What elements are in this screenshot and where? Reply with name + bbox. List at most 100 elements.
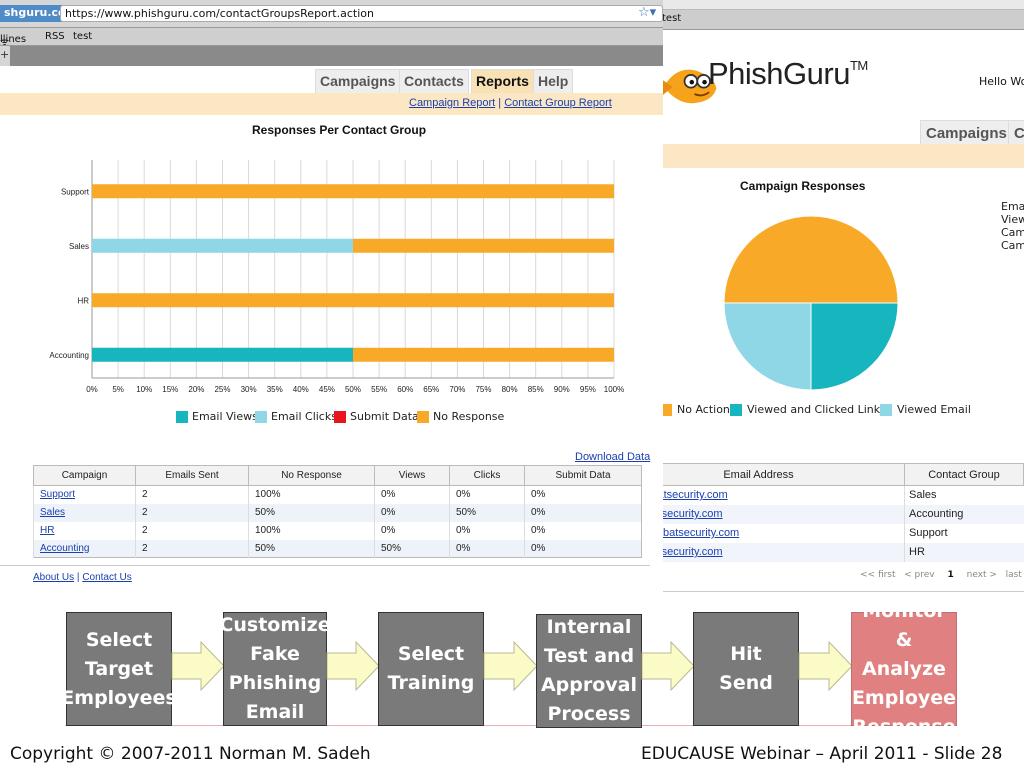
bar-legend-submit-data: Submit Data — [334, 410, 419, 423]
table-row: Sales 2 50% 0% 50% 0% — [33, 503, 642, 522]
pager-first[interactable]: << first — [860, 570, 896, 580]
contact-group-cell: Sales — [904, 485, 1024, 505]
x-tick-label: 25% — [214, 385, 230, 394]
bar-segment — [92, 238, 353, 253]
new-tab-plus-icon[interactable]: + — [0, 46, 10, 66]
phishguru-logo-text: PhishGuruTM — [708, 56, 868, 92]
x-tick-label: 75% — [475, 385, 491, 394]
table-cell: 0% — [524, 521, 642, 540]
x-tick-label: 50% — [345, 385, 361, 394]
tab-campaigns[interactable]: Campaigns — [315, 69, 401, 93]
table-row: @wombatsecurity.com Sales — [612, 485, 1024, 505]
column-header[interactable]: Contact Group — [904, 463, 1024, 486]
legend-swatch — [880, 403, 892, 416]
x-tick-label: 70% — [449, 385, 465, 394]
bar-legend-no-response: No Response — [417, 410, 504, 423]
download-data-link[interactable]: Download Data — [575, 451, 650, 463]
slide-info-text: EDUCAUSE Webinar – April 2011 - Slide 28 — [641, 744, 1003, 764]
legend-label: Viewed and Clicked Link — [747, 403, 881, 416]
x-tick-label: 45% — [319, 385, 335, 394]
about-us-link[interactable]: About Us — [33, 572, 74, 583]
contact-group-report-link[interactable]: Contact Group Report — [504, 97, 612, 109]
pager-prev[interactable]: < prev — [904, 570, 934, 580]
x-tick-label: 35% — [267, 385, 283, 394]
right-tab-campaigns[interactable]: Campaigns — [920, 120, 1013, 145]
table-cell: 0% — [374, 503, 450, 522]
x-tick-label: 0% — [86, 385, 98, 394]
pager-next[interactable]: next > — [967, 570, 997, 580]
campaign-report-link[interactable]: Campaign Report — [409, 97, 495, 109]
column-header[interactable]: Clicks — [449, 465, 525, 486]
bar-legend-email-clicks: Email Clicks — [255, 410, 337, 423]
campaign-link[interactable]: Accounting — [33, 539, 136, 558]
greeting-text: Hello Wor — [979, 75, 1024, 88]
bookmark-star-icon[interactable]: ☆▾ — [638, 5, 656, 20]
legend-swatch — [730, 403, 742, 416]
campaign-stats-table: Campaign Emails Sent No Response Views C… — [33, 465, 642, 558]
y-category-label: Support — [61, 187, 90, 196]
pie-legend-viewed-email: Viewed Email — [880, 403, 971, 416]
campaign-link[interactable]: Sales — [33, 503, 136, 522]
legend-label: Viewed Email — [897, 403, 971, 416]
table-cell: 0% — [374, 485, 450, 504]
table-cell: 100% — [248, 521, 375, 540]
process-step-label: Hit Send — [719, 643, 773, 694]
pie-chart-title: Campaign Responses — [740, 179, 866, 193]
process-step-5: Hit Send — [693, 612, 799, 726]
x-tick-label: 85% — [528, 385, 544, 394]
info-line: Cam — [1001, 239, 1024, 252]
x-tick-label: 65% — [423, 385, 439, 394]
flow-arrow-icon — [171, 641, 225, 691]
legend-label: Submit Data — [350, 410, 419, 423]
contact-group-cell: Accounting — [904, 504, 1024, 524]
right-tab-partial[interactable]: C — [1008, 120, 1024, 145]
campaign-responses-pie-chart — [723, 215, 899, 391]
column-header[interactable]: Emails Sent — [135, 465, 249, 486]
process-step-label: Customize Fake Phishing Email — [219, 614, 331, 723]
report-links: Campaign Report | Contact Group Report — [409, 97, 612, 109]
bar-segment — [92, 293, 614, 308]
tab-contacts[interactable]: Contacts — [399, 69, 469, 93]
campaign-link[interactable]: HR — [33, 521, 136, 540]
logo-wordmark: PhishGuru — [708, 56, 850, 91]
left-browser-window: shguru.com https://www.phishguru.com/con… — [0, 0, 663, 592]
pager-last[interactable]: last > — [1006, 570, 1024, 580]
logo-trademark: TM — [849, 58, 868, 73]
info-line: View — [1001, 213, 1024, 226]
process-step-label: Monitor & Analyze Employee Response — [851, 599, 957, 738]
info-line: Emai — [1001, 200, 1024, 213]
column-header[interactable]: Views — [374, 465, 450, 486]
right-subnav-bar — [612, 144, 1024, 168]
bar-segment — [353, 238, 614, 253]
legend-swatch — [176, 410, 188, 423]
x-tick-label: 5% — [112, 385, 124, 394]
campaign-link[interactable]: Support — [33, 485, 136, 504]
tab-reports[interactable]: Reports — [471, 69, 534, 93]
table-row: 2wombatsecurity.com HR — [612, 542, 1024, 562]
x-tick-label: 80% — [502, 385, 518, 394]
footer-separator: | — [76, 572, 80, 583]
contact-us-link[interactable]: Contact Us — [82, 572, 131, 583]
process-step-4: Internal Test and Approval Process — [536, 614, 642, 728]
bar-segment — [92, 347, 353, 362]
tab-help[interactable]: Help — [533, 69, 574, 93]
address-bar-area: shguru.com https://www.phishguru.com/con… — [0, 0, 663, 28]
x-tick-label: 40% — [293, 385, 309, 394]
x-tick-label: 100% — [604, 385, 624, 394]
column-header[interactable]: Submit Data — [524, 465, 642, 486]
x-tick-label: 30% — [241, 385, 257, 394]
url-input[interactable]: https://www.phishguru.com/contactGroupsR… — [60, 5, 663, 22]
x-tick-label: 15% — [162, 385, 178, 394]
pie-legend-viewed-clicked: Viewed and Clicked Link — [730, 403, 880, 416]
bookmark-rss[interactable]: RSS — [45, 31, 65, 42]
x-tick-label: 20% — [188, 385, 204, 394]
column-header[interactable]: Campaign — [33, 465, 136, 486]
table-cell: 2 — [135, 521, 249, 540]
process-step-3: Select Training — [378, 612, 484, 726]
bookmark-test[interactable]: test — [662, 13, 681, 24]
table-cell: 100% — [248, 485, 375, 504]
column-header[interactable]: No Response — [248, 465, 375, 486]
legend-label: Email Views — [192, 410, 258, 423]
table-row: ez@wombatsecurity.com Support — [612, 523, 1024, 543]
bookmark-test[interactable]: test — [73, 31, 92, 42]
